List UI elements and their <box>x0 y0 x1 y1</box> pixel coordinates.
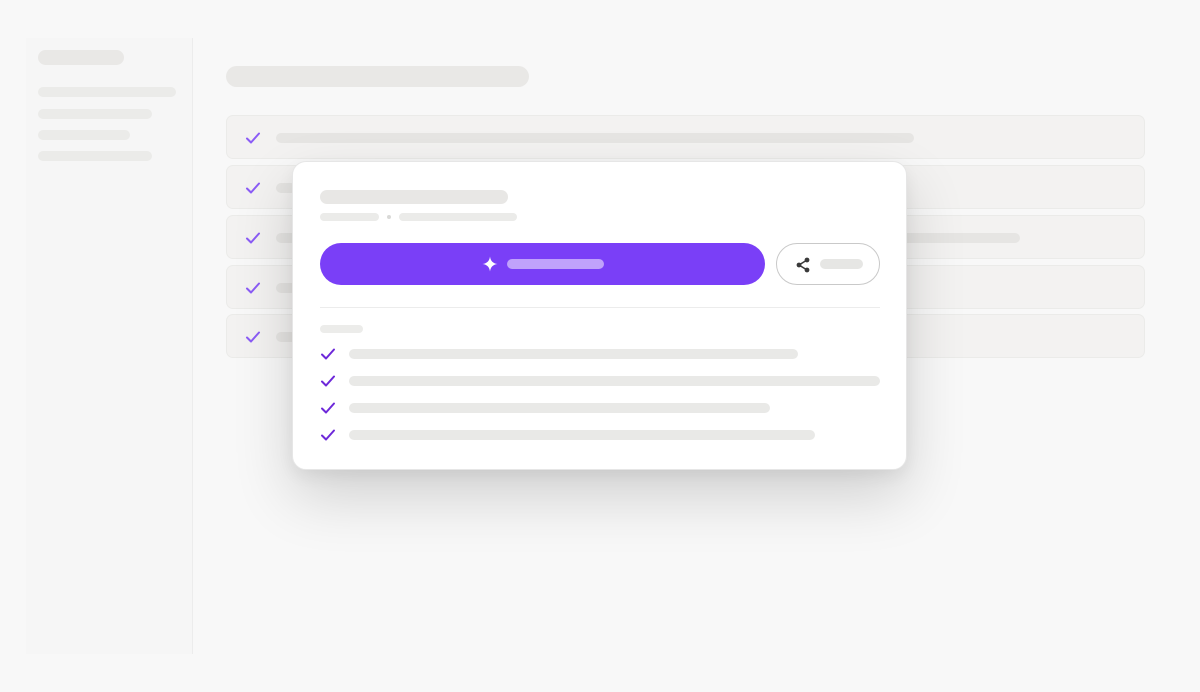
check-icon <box>246 331 260 343</box>
modal-title-placeholder <box>320 190 508 204</box>
modal-meta-placeholder <box>320 213 379 221</box>
list-item[interactable] <box>226 115 1145 159</box>
check-icon <box>246 182 260 194</box>
sidebar-item-placeholder[interactable] <box>38 87 176 97</box>
divider <box>320 307 880 308</box>
primary-action-button[interactable] <box>320 243 765 285</box>
sidebar-title-placeholder <box>38 50 124 65</box>
sidebar-item-placeholder[interactable] <box>38 151 152 161</box>
share-label-placeholder <box>820 259 863 269</box>
feature-text-placeholder <box>349 376 880 386</box>
primary-action-label-placeholder <box>507 259 604 269</box>
page-title-placeholder <box>226 66 529 87</box>
meta-separator-dot <box>387 215 391 219</box>
sparkle-icon <box>482 256 498 272</box>
share-icon <box>796 257 810 273</box>
section-label-placeholder <box>320 325 363 333</box>
check-icon <box>321 429 335 441</box>
sidebar <box>26 38 193 654</box>
modal-meta-placeholder <box>399 213 517 221</box>
check-icon <box>246 132 260 144</box>
feature-text-placeholder <box>349 349 798 359</box>
check-icon <box>321 402 335 414</box>
feature-text-placeholder <box>349 403 770 413</box>
check-icon <box>321 348 335 360</box>
share-button[interactable] <box>776 243 880 285</box>
check-icon <box>321 375 335 387</box>
list-item-text-placeholder <box>276 133 914 143</box>
modal-dialog <box>292 161 907 470</box>
sidebar-item-placeholder[interactable] <box>38 109 152 119</box>
sidebar-item-placeholder[interactable] <box>38 130 130 140</box>
feature-text-placeholder <box>349 430 815 440</box>
check-icon <box>246 282 260 294</box>
check-icon <box>246 232 260 244</box>
